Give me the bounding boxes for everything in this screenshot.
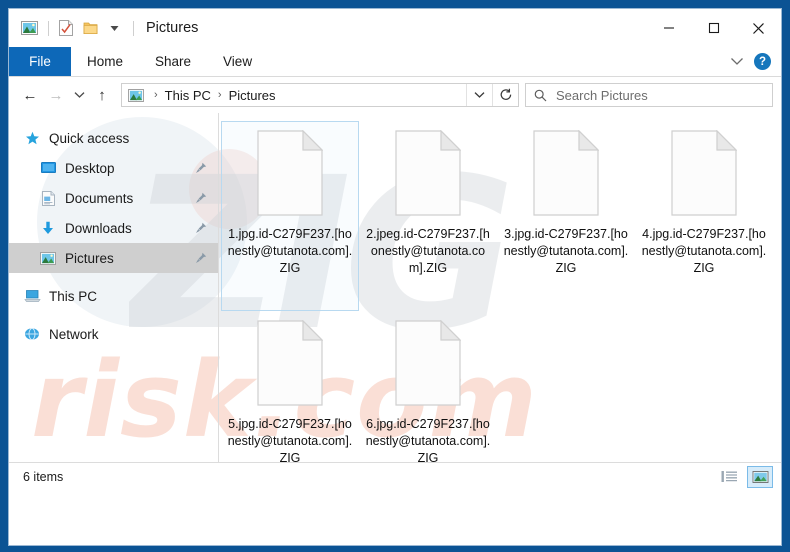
generic-file-icon	[257, 320, 323, 406]
forward-button[interactable]: →	[43, 82, 69, 108]
generic-file-icon	[533, 130, 599, 216]
sidebar-item-quick-access[interactable]: Quick access	[9, 123, 218, 153]
window-title: Pictures	[146, 20, 199, 36]
sidebar-label-network: Network	[49, 326, 99, 342]
file-item[interactable]: 2.jpeg.id-C279F237.[honestly@tutanota.co…	[359, 121, 497, 311]
large-icons-view-icon	[752, 470, 768, 483]
address-bar-tools	[466, 84, 518, 106]
search-icon	[534, 89, 547, 101]
breadcrumb-separator-0: ›	[154, 89, 158, 101]
documents-icon	[39, 189, 57, 207]
sidebar-item-network[interactable]: Network	[9, 319, 218, 349]
window-controls	[646, 9, 781, 47]
status-bar: 6 items	[9, 462, 781, 490]
ribbon-expand-chevron-down-icon[interactable]	[730, 53, 744, 71]
item-count-label: 6 items	[23, 469, 64, 484]
details-view-button[interactable]	[716, 466, 742, 488]
desktop-icon	[39, 159, 57, 177]
breadcrumb-pictures[interactable]: Pictures	[229, 88, 276, 103]
details-view-icon	[721, 470, 737, 482]
qat-divider-2	[133, 20, 134, 36]
file-item[interactable]: 4.jpg.id-C279F237.[honestly@tutanota.com…	[635, 121, 773, 311]
explorer-window-frame: ZIG risk.com	[0, 0, 790, 552]
generic-file-icon	[671, 130, 737, 216]
generic-file-icon	[395, 320, 461, 406]
sidebar-label-quick-access: Quick access	[49, 130, 130, 146]
search-input[interactable]	[556, 87, 772, 103]
file-item[interactable]: 5.jpg.id-C279F237.[honestly@tutanota.com…	[221, 311, 359, 462]
explorer-body: Quick access Desktop Documents Downloads…	[9, 113, 781, 462]
generic-file-icon	[257, 130, 323, 216]
file-item[interactable]: 1.jpg.id-C279F237.[honestly@tutanota.com…	[221, 121, 359, 311]
sidebar-item-this-pc[interactable]: This PC	[9, 281, 218, 311]
refresh-icon[interactable]	[492, 84, 518, 106]
navigation-pane: Quick access Desktop Documents Downloads…	[9, 113, 218, 462]
file-name: 6.jpg.id-C279F237.[honestly@tutanota.com…	[365, 417, 491, 462]
minimize-button[interactable]	[646, 9, 691, 47]
address-dropdown-chevron-down-icon[interactable]	[466, 84, 492, 106]
tab-share[interactable]: Share	[139, 47, 207, 76]
sidebar-item-pictures[interactable]: Pictures	[9, 243, 218, 273]
address-bar[interactable]: › This PC › Pictures	[121, 83, 519, 107]
sidebar-item-documents[interactable]: Documents	[9, 183, 218, 213]
sidebar-label-documents: Documents	[65, 190, 134, 206]
file-item[interactable]: 3.jpg.id-C279F237.[honestly@tutanota.com…	[497, 121, 635, 311]
pin-icon-documents[interactable]	[194, 191, 208, 205]
properties-icon[interactable]	[55, 18, 77, 38]
file-grid: 1.jpg.id-C279F237.[honestly@tutanota.com…	[219, 119, 781, 462]
search-box[interactable]	[525, 83, 773, 107]
breadcrumb-separator-1: ›	[217, 89, 222, 101]
file-name: 5.jpg.id-C279F237.[honestly@tutanota.com…	[227, 417, 353, 462]
network-icon	[23, 325, 41, 343]
address-pictures-icon	[127, 86, 145, 104]
thispc-icon	[23, 287, 41, 305]
file-name: 3.jpg.id-C279F237.[honestly@tutanota.com…	[503, 227, 629, 275]
sidebar-item-downloads[interactable]: Downloads	[9, 213, 218, 243]
file-name: 1.jpg.id-C279F237.[honestly@tutanota.com…	[227, 227, 353, 275]
tab-home[interactable]: Home	[71, 47, 139, 76]
file-item[interactable]: 6.jpg.id-C279F237.[honestly@tutanota.com…	[359, 311, 497, 462]
breadcrumb-this-pc[interactable]: This PC	[165, 88, 211, 103]
pin-icon-pictures[interactable]	[194, 251, 208, 265]
file-list-pane[interactable]: 1.jpg.id-C279F237.[honestly@tutanota.com…	[218, 113, 781, 462]
back-button[interactable]: ←	[17, 82, 43, 108]
customize-qat-chevron-down-icon[interactable]	[103, 18, 125, 38]
generic-file-icon	[395, 130, 461, 216]
tab-view[interactable]: View	[207, 47, 268, 76]
navigation-bar: ← → ↑ › This PC › Pictures Search Pictur…	[9, 77, 781, 113]
large-icons-view-button[interactable]	[747, 465, 773, 488]
new-folder-icon[interactable]	[79, 18, 101, 38]
pictures-icon	[39, 249, 57, 267]
tab-file[interactable]: File	[9, 47, 71, 76]
pin-icon-desktop[interactable]	[194, 161, 208, 175]
star-icon	[23, 129, 41, 147]
view-mode-buttons	[716, 465, 773, 488]
title-bar: Pictures	[9, 9, 781, 47]
pictures-folder-icon[interactable]	[18, 18, 40, 38]
downloads-icon	[39, 219, 57, 237]
close-button[interactable]	[736, 9, 781, 47]
sidebar-label-downloads: Downloads	[65, 220, 132, 236]
file-name: 2.jpeg.id-C279F237.[honestly@tutanota.co…	[366, 227, 490, 275]
file-name: 4.jpg.id-C279F237.[honestly@tutanota.com…	[641, 227, 767, 275]
maximize-button[interactable]	[691, 9, 736, 47]
up-button[interactable]: ↑	[89, 82, 115, 108]
explorer-window: ZIG risk.com	[8, 8, 782, 546]
sidebar-item-desktop[interactable]: Desktop	[9, 153, 218, 183]
sidebar-label-pictures: Pictures	[65, 250, 114, 266]
qat-divider	[48, 20, 49, 36]
sidebar-label-desktop: Desktop	[65, 160, 115, 176]
ribbon-right-controls: ?	[730, 47, 781, 76]
pin-icon-downloads[interactable]	[194, 221, 208, 235]
ribbon-tab-strip: File Home Share View ?	[9, 47, 781, 77]
recent-locations-chevron-down-icon[interactable]	[69, 82, 89, 108]
help-button[interactable]: ?	[754, 53, 771, 70]
sidebar-label-this-pc: This PC	[49, 288, 98, 304]
